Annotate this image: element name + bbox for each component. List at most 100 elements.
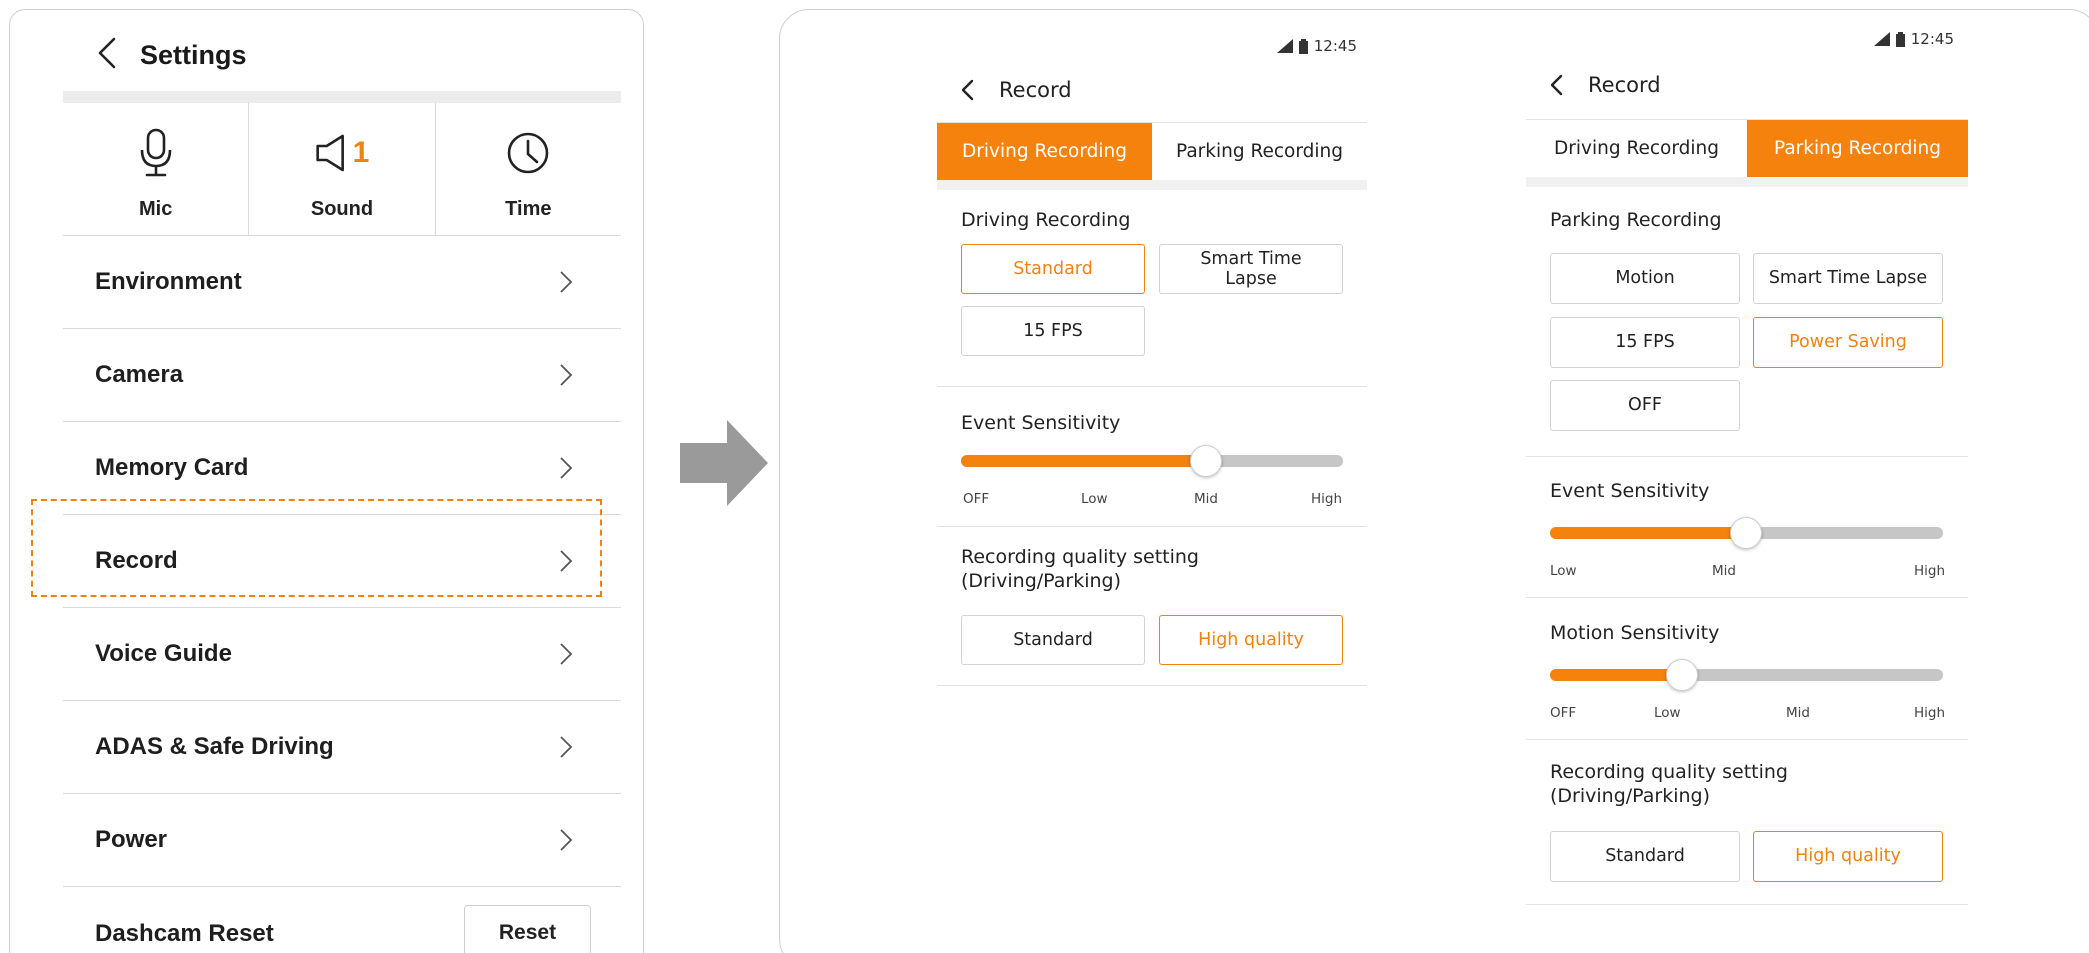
slider-fill <box>1550 527 1746 539</box>
page-title: Record <box>1588 73 1661 97</box>
settings-screen: Settings Mic 1 Sound Time Environment Ca… <box>9 9 644 953</box>
tick-label: Low <box>1654 705 1681 721</box>
slider-thumb[interactable] <box>1730 517 1762 549</box>
option-smart-time-lapse[interactable]: Smart Time Lapse <box>1753 253 1943 304</box>
back-chevron-icon[interactable] <box>959 78 977 102</box>
tab-parking-recording[interactable]: Parking Recording <box>1747 120 1968 177</box>
quick-label-sound: Sound <box>310 198 374 220</box>
slider-thumb[interactable] <box>1190 445 1222 477</box>
section-title-motion-sensitivity: Motion Sensitivity <box>1550 622 1720 644</box>
chevron-right-icon <box>560 364 573 386</box>
option-smart-time-lapse[interactable]: Smart Time Lapse <box>1159 244 1343 294</box>
option-15-fps[interactable]: 15 FPS <box>961 306 1145 356</box>
quick-label-mic: Mic <box>138 198 173 220</box>
event-sensitivity-slider[interactable] <box>1550 517 1943 549</box>
status-time: 12:45 <box>1313 37 1357 55</box>
page-title: Record <box>999 78 1072 102</box>
section-divider <box>937 180 1367 190</box>
option-standard[interactable]: Standard <box>961 244 1145 294</box>
option-15-fps[interactable]: 15 FPS <box>1550 317 1740 368</box>
menu-item-dashcam-reset: Dashcam Reset Reset <box>63 887 621 953</box>
settings-menu: Environment Camera Memory Card Record Vo… <box>63 236 621 953</box>
header-divider <box>63 91 621 103</box>
driving-record-screen: 12:45 Record Driving Recording Parking R… <box>937 28 1367 708</box>
quality-title-line2: (Driving/Parking) <box>961 569 1122 592</box>
motion-sensitivity-slider[interactable] <box>1550 659 1943 691</box>
divider <box>1526 597 1968 598</box>
record-header: Record <box>1548 73 1661 97</box>
option-power-saving[interactable]: Power Saving <box>1753 317 1943 368</box>
battery-icon <box>1895 31 1905 47</box>
divider <box>1526 456 1968 457</box>
mic-icon <box>140 128 171 177</box>
event-sensitivity-slider[interactable] <box>961 445 1343 477</box>
tab-driving-recording[interactable]: Driving Recording <box>937 123 1152 180</box>
section-title-quality: Recording quality setting (Driving/Parki… <box>1550 761 1788 809</box>
section-divider <box>1526 177 1968 187</box>
menu-item-label: Dashcam Reset <box>95 919 274 947</box>
section-title-driving-recording: Driving Recording <box>961 209 1131 231</box>
signal-icon <box>1276 39 1293 53</box>
chevron-right-icon <box>560 550 573 572</box>
menu-item-environment[interactable]: Environment <box>63 236 621 329</box>
quality-title-line2: (Driving/Parking) <box>1550 784 1711 807</box>
speaker-icon <box>316 134 344 172</box>
status-time: 12:45 <box>1910 30 1954 48</box>
slider-fill <box>961 455 1206 467</box>
status-bar: 12:45 <box>1873 30 1954 48</box>
divider <box>937 685 1367 686</box>
option-quality-high[interactable]: High quality <box>1159 615 1343 665</box>
quick-settings-row: Mic 1 Sound Time <box>63 103 621 236</box>
option-quality-standard[interactable]: Standard <box>961 615 1145 665</box>
tick-label: Mid <box>1194 491 1218 507</box>
option-quality-standard[interactable]: Standard <box>1550 831 1740 882</box>
menu-item-label: Memory Card <box>95 454 249 481</box>
section-title-event-sensitivity: Event Sensitivity <box>1550 480 1710 502</box>
quick-sound[interactable]: 1 Sound <box>249 103 436 235</box>
tick-label: Mid <box>1712 563 1736 579</box>
option-motion[interactable]: Motion <box>1550 253 1740 304</box>
divider <box>937 386 1367 387</box>
menu-item-label: ADAS & Safe Driving <box>95 733 334 760</box>
record-screens-panel: 12:45 Record Driving Recording Parking R… <box>779 9 2089 953</box>
menu-item-memory-card[interactable]: Memory Card <box>63 422 621 515</box>
option-off[interactable]: OFF <box>1550 380 1740 431</box>
chevron-right-icon <box>560 829 573 851</box>
quick-time[interactable]: Time <box>436 103 621 235</box>
tick-label: Mid <box>1786 705 1810 721</box>
back-chevron-icon[interactable] <box>92 36 122 70</box>
tab-parking-recording[interactable]: Parking Recording <box>1152 123 1367 180</box>
quick-mic[interactable]: Mic <box>63 103 250 235</box>
quick-label-time: Time <box>505 198 552 220</box>
tick-label: Low <box>1081 491 1108 507</box>
menu-item-label: Power <box>95 826 168 853</box>
menu-item-camera[interactable]: Camera <box>63 329 621 422</box>
option-label: Smart Time Lapse <box>1200 248 1302 289</box>
menu-item-label: Environment <box>95 268 242 295</box>
page-title: Settings <box>140 40 247 70</box>
settings-header: Settings <box>10 10 643 90</box>
tab-driving-recording[interactable]: Driving Recording <box>1526 120 1747 177</box>
menu-item-label: Record <box>95 547 178 574</box>
record-tabs: Driving Recording Parking Recording <box>937 122 1367 180</box>
back-chevron-icon[interactable] <box>1548 73 1566 97</box>
clock-icon <box>508 132 549 174</box>
option-quality-high[interactable]: High quality <box>1753 831 1943 882</box>
reset-button[interactable]: Reset <box>464 905 591 953</box>
arrow-right-icon <box>680 420 768 506</box>
record-tabs: Driving Recording Parking Recording <box>1526 119 1968 177</box>
chevron-right-icon <box>560 457 573 479</box>
tick-label: High <box>1914 563 1946 579</box>
menu-item-adas[interactable]: ADAS & Safe Driving <box>63 701 621 794</box>
menu-item-label: Camera <box>95 361 184 388</box>
menu-item-power[interactable]: Power <box>63 794 621 887</box>
section-title-event-sensitivity: Event Sensitivity <box>961 412 1121 434</box>
slider-fill <box>1550 669 1682 681</box>
chevron-right-icon <box>560 736 573 758</box>
section-title-quality: Recording quality setting (Driving/Parki… <box>961 546 1199 594</box>
divider <box>937 526 1367 527</box>
divider <box>1526 904 1968 905</box>
menu-item-record[interactable]: Record <box>63 515 621 608</box>
menu-item-voice-guide[interactable]: Voice Guide <box>63 608 621 701</box>
slider-thumb[interactable] <box>1666 659 1698 691</box>
